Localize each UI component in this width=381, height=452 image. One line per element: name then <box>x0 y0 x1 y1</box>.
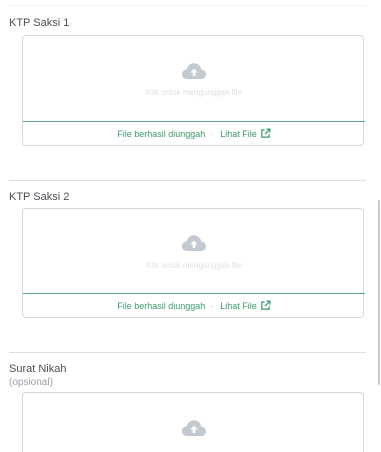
view-file-link-label: Lihat File <box>220 128 257 139</box>
field-label-ktp-saksi-2: KTP Saksi 2 <box>9 191 70 203</box>
view-file-link-label: Lihat File <box>220 300 257 311</box>
upload-hint: Klik untuk mengunggah file <box>145 88 243 97</box>
cloud-upload-icon <box>182 420 206 436</box>
view-file-link[interactable]: Lihat File <box>220 128 271 139</box>
upload-form: KTP Saksi 1 Klik untuk mengunggah file F… <box>0 0 381 452</box>
upload-status-bar: File berhasil diunggah · Lihat File <box>23 293 365 317</box>
upload-box-ktp-saksi-2[interactable]: Klik untuk mengunggah file File berhasil… <box>22 208 365 318</box>
field-label-surat-nikah: Surat Nikah <box>9 363 67 375</box>
external-link-icon <box>260 128 271 138</box>
upload-status-bar: File berhasil diunggah · Lihat File <box>23 121 365 145</box>
upload-box-ktp-saksi-1[interactable]: Klik untuk mengunggah file File berhasil… <box>22 35 365 146</box>
field-optional-note: (opsional) <box>9 377 53 388</box>
section-divider <box>9 352 366 353</box>
upload-status-text: File berhasil diunggah <box>117 300 206 311</box>
view-file-link[interactable]: Lihat File <box>220 300 271 311</box>
cloud-upload-icon <box>182 235 206 251</box>
section-divider <box>9 180 366 181</box>
cloud-upload-icon <box>182 63 206 79</box>
status-separator: · <box>211 128 215 139</box>
status-separator: · <box>211 300 215 311</box>
external-link-icon <box>260 300 271 310</box>
upload-hint: Klik untuk mengunggah file <box>145 261 243 270</box>
top-divider <box>9 5 366 6</box>
scrollbar-thumb[interactable] <box>378 200 380 385</box>
field-label-ktp-saksi-1: KTP Saksi 1 <box>9 17 70 29</box>
upload-status-text: File berhasil diunggah <box>117 128 206 139</box>
upload-box-surat-nikah[interactable] <box>22 392 364 452</box>
